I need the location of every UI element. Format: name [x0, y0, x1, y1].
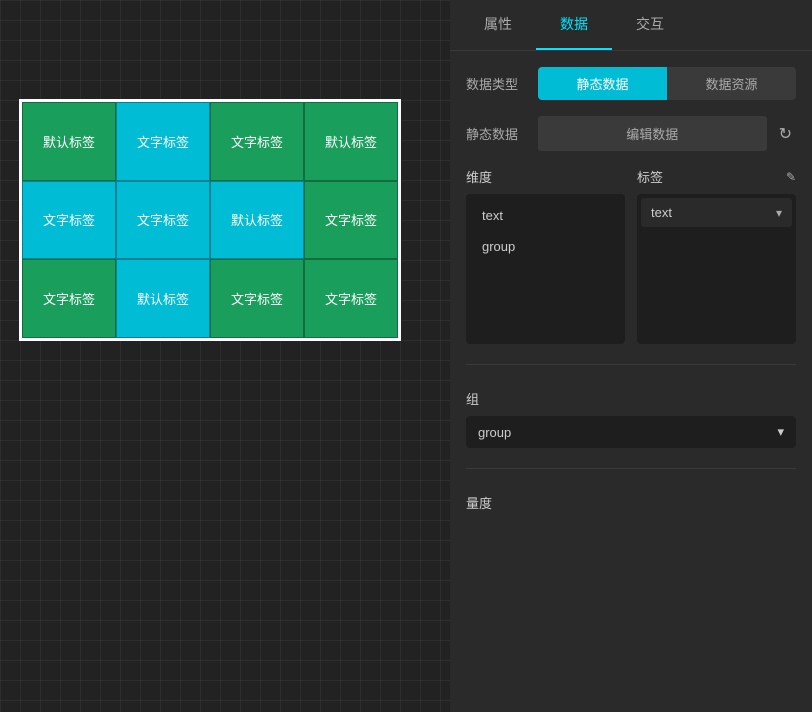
grid-cell[interactable]: 默认标签 [304, 102, 398, 181]
tag-title: 标签 [637, 167, 663, 186]
grid-cell[interactable]: 默认标签 [116, 259, 210, 338]
dimension-list: text group [466, 194, 625, 344]
tab-properties[interactable]: 属性 [460, 0, 536, 50]
divider-2 [466, 468, 796, 469]
edit-data-button[interactable]: 编辑数据 [538, 116, 767, 151]
group-dropdown[interactable]: group ▾ [466, 416, 796, 448]
grid-widget[interactable]: 默认标签 文字标签 文字标签 默认标签 文字标签 文字标签 默认标签 文字标签 … [20, 100, 400, 340]
cell-label: 文字标签 [231, 132, 283, 151]
data-type-toggle: 静态数据 数据资源 [538, 67, 796, 100]
cell-label: 默认标签 [231, 210, 283, 229]
refresh-icon: ↻ [779, 126, 792, 143]
divider [466, 364, 796, 365]
cell-label: 文字标签 [137, 210, 189, 229]
cell-label: 文字标签 [43, 289, 95, 308]
data-type-label: 数据类型 [466, 74, 526, 93]
tab-data[interactable]: 数据 [536, 0, 612, 50]
cell-label: 文字标签 [325, 210, 377, 229]
grid-cell[interactable]: 默认标签 [22, 102, 116, 181]
group-dropdown-arrow: ▾ [777, 424, 784, 440]
cell-label: 文字标签 [43, 210, 95, 229]
static-data-row: 静态数据 编辑数据 ↻ [466, 116, 796, 151]
canvas-area: 默认标签 文字标签 文字标签 默认标签 文字标签 文字标签 默认标签 文字标签 … [0, 0, 450, 712]
static-data-label: 静态数据 [466, 124, 526, 143]
cell-label: 默认标签 [43, 132, 95, 151]
static-data-btn[interactable]: 静态数据 [538, 67, 667, 100]
group-section: 组 group ▾ [466, 389, 796, 448]
dimension-title: 维度 [466, 167, 492, 186]
grid-cell[interactable]: 文字标签 [304, 181, 398, 260]
refresh-button[interactable]: ↻ [775, 120, 796, 148]
data-source-btn[interactable]: 数据资源 [667, 67, 796, 100]
grid-cell[interactable]: 文字标签 [210, 102, 304, 181]
grid-cell[interactable]: 文字标签 [210, 259, 304, 338]
grid-cell[interactable]: 文字标签 [22, 181, 116, 260]
dimension-tag-columns: 维度 text group 标签 ✎ [466, 167, 796, 344]
data-type-row: 数据类型 静态数据 数据资源 [466, 67, 796, 100]
grid-cell[interactable]: 文字标签 [116, 102, 210, 181]
cell-label: 文字标签 [137, 132, 189, 151]
cell-label: 文字标签 [231, 289, 283, 308]
measure-section: 量度 [466, 493, 796, 520]
tag-value: text [651, 205, 672, 220]
tab-interaction[interactable]: 交互 [612, 0, 688, 50]
dimension-header: 维度 [466, 167, 625, 186]
tag-edit-icon[interactable]: ✎ [786, 170, 796, 184]
dimension-item-text: text [474, 202, 617, 229]
panel-tabs: 属性 数据 交互 [450, 0, 812, 51]
measure-label: 量度 [466, 493, 796, 512]
grid-cell[interactable]: 默认标签 [210, 181, 304, 260]
cell-label: 文字标签 [325, 289, 377, 308]
dimension-item-group: group [474, 233, 617, 260]
group-value: group [478, 425, 511, 440]
cell-label: 默认标签 [325, 132, 377, 151]
grid-cell[interactable]: 文字标签 [116, 181, 210, 260]
tag-dropdown-arrow: ▾ [776, 206, 782, 220]
group-section-label: 组 [466, 389, 796, 408]
tag-dropdown-box: text ▾ [637, 194, 796, 344]
panel-content: 数据类型 静态数据 数据资源 静态数据 编辑数据 ↻ 维度 [450, 51, 812, 536]
cell-label: 默认标签 [137, 289, 189, 308]
tag-dropdown-item[interactable]: text ▾ [641, 198, 792, 227]
dimension-section: 维度 text group [466, 167, 625, 344]
tag-section: 标签 ✎ text ▾ [637, 167, 796, 344]
grid-cell[interactable]: 文字标签 [22, 259, 116, 338]
tag-header: 标签 ✎ [637, 167, 796, 186]
right-panel: 属性 数据 交互 数据类型 静态数据 数据资源 静态数据 编辑数据 ↻ [450, 0, 812, 712]
grid-cell[interactable]: 文字标签 [304, 259, 398, 338]
